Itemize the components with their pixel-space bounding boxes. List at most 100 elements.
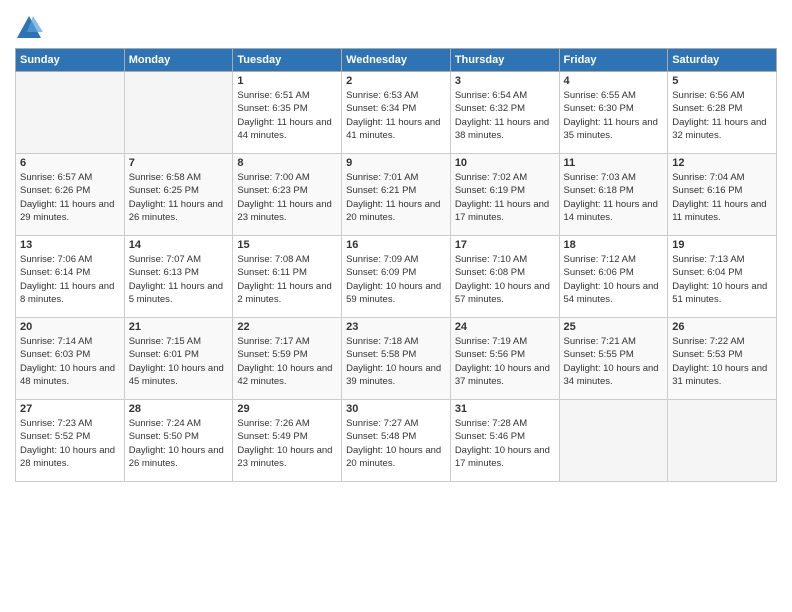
weekday-header: Monday — [124, 49, 233, 72]
sunset: Sunset: 6:26 PM — [20, 185, 90, 196]
calendar-cell: 15Sunrise: 7:08 AMSunset: 6:11 PMDayligh… — [233, 236, 342, 318]
day-info: Sunrise: 6:58 AMSunset: 6:25 PMDaylight:… — [129, 171, 229, 224]
sunset: Sunset: 5:48 PM — [346, 431, 416, 442]
calendar-cell: 24Sunrise: 7:19 AMSunset: 5:56 PMDayligh… — [450, 318, 559, 400]
day-number: 2 — [346, 75, 446, 87]
logo-icon — [15, 14, 43, 42]
sunrise: Sunrise: 7:24 AM — [129, 418, 201, 429]
sunset: Sunset: 5:50 PM — [129, 431, 199, 442]
calendar-cell: 18 Sunrise: 7:12 AMSunset: 6:06 PMDayligh… — [559, 236, 668, 318]
day-info: Sunrise: 7:09 AMSunset: 6:09 PMDaylight:… — [346, 253, 446, 306]
day-info: Sunrise: 7:02 AMSunset: 6:19 PMDaylight:… — [455, 171, 555, 224]
day-info: Sunrise: 6:57 AMSunset: 6:26 PMDaylight:… — [20, 171, 120, 224]
day-info: Sunrise: 7:26 AMSunset: 5:49 PMDaylight:… — [237, 417, 337, 470]
sunrise: Sunrise: 7:23 AM — [20, 418, 92, 429]
day-number: 18 — [564, 239, 664, 251]
daylight: Daylight: 10 hours and 34 minutes. — [564, 363, 659, 387]
calendar-cell: 4 Sunrise: 6:55 AMSunset: 6:30 PMDaylight… — [559, 72, 668, 154]
day-info: Sunrise: 7:12 AMSunset: 6:06 PMDaylight:… — [564, 253, 664, 306]
sunset: Sunset: 5:59 PM — [237, 349, 307, 360]
day-info: Sunrise: 6:55 AMSunset: 6:30 PMDaylight:… — [564, 89, 664, 142]
day-number: 20 — [20, 321, 120, 333]
sunrise: Sunrise: 6:53 AM — [346, 90, 418, 101]
daylight: Daylight: 10 hours and 37 minutes. — [455, 363, 550, 387]
daylight: Daylight: 10 hours and 48 minutes. — [20, 363, 115, 387]
weekday-header: Friday — [559, 49, 668, 72]
calendar-cell: 22Sunrise: 7:17 AMSunset: 5:59 PMDayligh… — [233, 318, 342, 400]
sunrise: Sunrise: 7:18 AM — [346, 336, 418, 347]
calendar-cell: 16Sunrise: 7:09 AMSunset: 6:09 PMDayligh… — [342, 236, 451, 318]
daylight: Daylight: 11 hours and 2 minutes. — [237, 281, 331, 305]
daylight: Daylight: 10 hours and 51 minutes. — [672, 281, 767, 305]
sunset: Sunset: 6:21 PM — [346, 185, 416, 196]
sunset: Sunset: 6:09 PM — [346, 267, 416, 278]
weekday-header: Tuesday — [233, 49, 342, 72]
calendar-cell: 26Sunrise: 7:22 AMSunset: 5:53 PMDayligh… — [668, 318, 777, 400]
daylight: Daylight: 10 hours and 17 minutes. — [455, 445, 550, 469]
day-number: 4 — [564, 75, 664, 87]
sunset: Sunset: 6:06 PM — [564, 267, 634, 278]
header — [15, 10, 777, 42]
sunrise: Sunrise: 7:08 AM — [237, 254, 309, 265]
sunset: Sunset: 6:14 PM — [20, 267, 90, 278]
calendar-cell: 9Sunrise: 7:01 AMSunset: 6:21 PMDaylight… — [342, 154, 451, 236]
calendar-cell — [16, 72, 125, 154]
day-info: Sunrise: 7:14 AMSunset: 6:03 PMDaylight:… — [20, 335, 120, 388]
day-number: 5 — [672, 75, 772, 87]
daylight: Daylight: 11 hours and 35 minutes. — [564, 117, 658, 141]
sunrise: Sunrise: 7:21 AM — [564, 336, 636, 347]
day-number: 14 — [129, 239, 229, 251]
day-number: 12 — [672, 157, 772, 169]
day-number: 23 — [346, 321, 446, 333]
calendar-cell: 6Sunrise: 6:57 AMSunset: 6:26 PMDaylight… — [16, 154, 125, 236]
day-info: Sunrise: 7:15 AMSunset: 6:01 PMDaylight:… — [129, 335, 229, 388]
day-info: Sunrise: 7:24 AMSunset: 5:50 PMDaylight:… — [129, 417, 229, 470]
calendar-cell: 23 Sunrise: 7:18 AMSunset: 5:58 PMDayligh… — [342, 318, 451, 400]
sunrise: Sunrise: 7:07 AM — [129, 254, 201, 265]
sunrise: Sunrise: 6:55 AM — [564, 90, 636, 101]
calendar-container: SundayMondayTuesdayWednesdayThursdayFrid… — [0, 0, 792, 487]
calendar-cell: 11Sunrise: 7:03 AMSunset: 6:18 PMDayligh… — [559, 154, 668, 236]
calendar-cell: 2Sunrise: 6:53 AMSunset: 6:34 PMDaylight… — [342, 72, 451, 154]
sunset: Sunset: 5:52 PM — [20, 431, 90, 442]
day-number: 24 — [455, 321, 555, 333]
sunrise: Sunrise: 6:56 AM — [672, 90, 744, 101]
sunrise: Sunrise: 7:09 AM — [346, 254, 418, 265]
sunrise: Sunrise: 7:15 AM — [129, 336, 201, 347]
weekday-header: Wednesday — [342, 49, 451, 72]
day-info: Sunrise: 7:18 AMSunset: 5:58 PMDaylight:… — [346, 335, 446, 388]
day-number: 7 — [129, 157, 229, 169]
day-number: 13 — [20, 239, 120, 251]
daylight: Daylight: 11 hours and 41 minutes. — [346, 117, 440, 141]
sunset: Sunset: 6:01 PM — [129, 349, 199, 360]
sunset: Sunset: 6:32 PM — [455, 103, 525, 114]
day-info: Sunrise: 7:21 AMSunset: 5:55 PMDaylight:… — [564, 335, 664, 388]
day-number: 30 — [346, 403, 446, 415]
day-info: Sunrise: 7:04 AMSunset: 6:16 PMDaylight:… — [672, 171, 772, 224]
day-number: 28 — [129, 403, 229, 415]
calendar-cell: 14Sunrise: 7:07 AMSunset: 6:13 PMDayligh… — [124, 236, 233, 318]
day-number: 8 — [237, 157, 337, 169]
sunrise: Sunrise: 6:51 AM — [237, 90, 309, 101]
sunrise: Sunrise: 6:58 AM — [129, 172, 201, 183]
day-info: Sunrise: 7:08 AMSunset: 6:11 PMDaylight:… — [237, 253, 337, 306]
sunrise: Sunrise: 7:06 AM — [20, 254, 92, 265]
calendar-week-row: 27Sunrise: 7:23 AMSunset: 5:52 PMDayligh… — [16, 400, 777, 482]
calendar-cell: 12 Sunrise: 7:04 AMSunset: 6:16 PMDayligh… — [668, 154, 777, 236]
sunrise: Sunrise: 7:02 AM — [455, 172, 527, 183]
sunset: Sunset: 6:08 PM — [455, 267, 525, 278]
daylight: Daylight: 11 hours and 29 minutes. — [20, 199, 114, 223]
logo — [15, 14, 46, 42]
sunset: Sunset: 5:49 PM — [237, 431, 307, 442]
calendar-cell: 10Sunrise: 7:02 AMSunset: 6:19 PMDayligh… — [450, 154, 559, 236]
daylight: Daylight: 10 hours and 28 minutes. — [20, 445, 115, 469]
sunrise: Sunrise: 7:28 AM — [455, 418, 527, 429]
day-number: 19 — [672, 239, 772, 251]
calendar-cell: 29Sunrise: 7:26 AMSunset: 5:49 PMDayligh… — [233, 400, 342, 482]
sunset: Sunset: 5:46 PM — [455, 431, 525, 442]
calendar-cell: 7 Sunrise: 6:58 AMSunset: 6:25 PMDaylight… — [124, 154, 233, 236]
sunrise: Sunrise: 7:10 AM — [455, 254, 527, 265]
calendar-cell — [559, 400, 668, 482]
daylight: Daylight: 10 hours and 31 minutes. — [672, 363, 767, 387]
day-number: 3 — [455, 75, 555, 87]
